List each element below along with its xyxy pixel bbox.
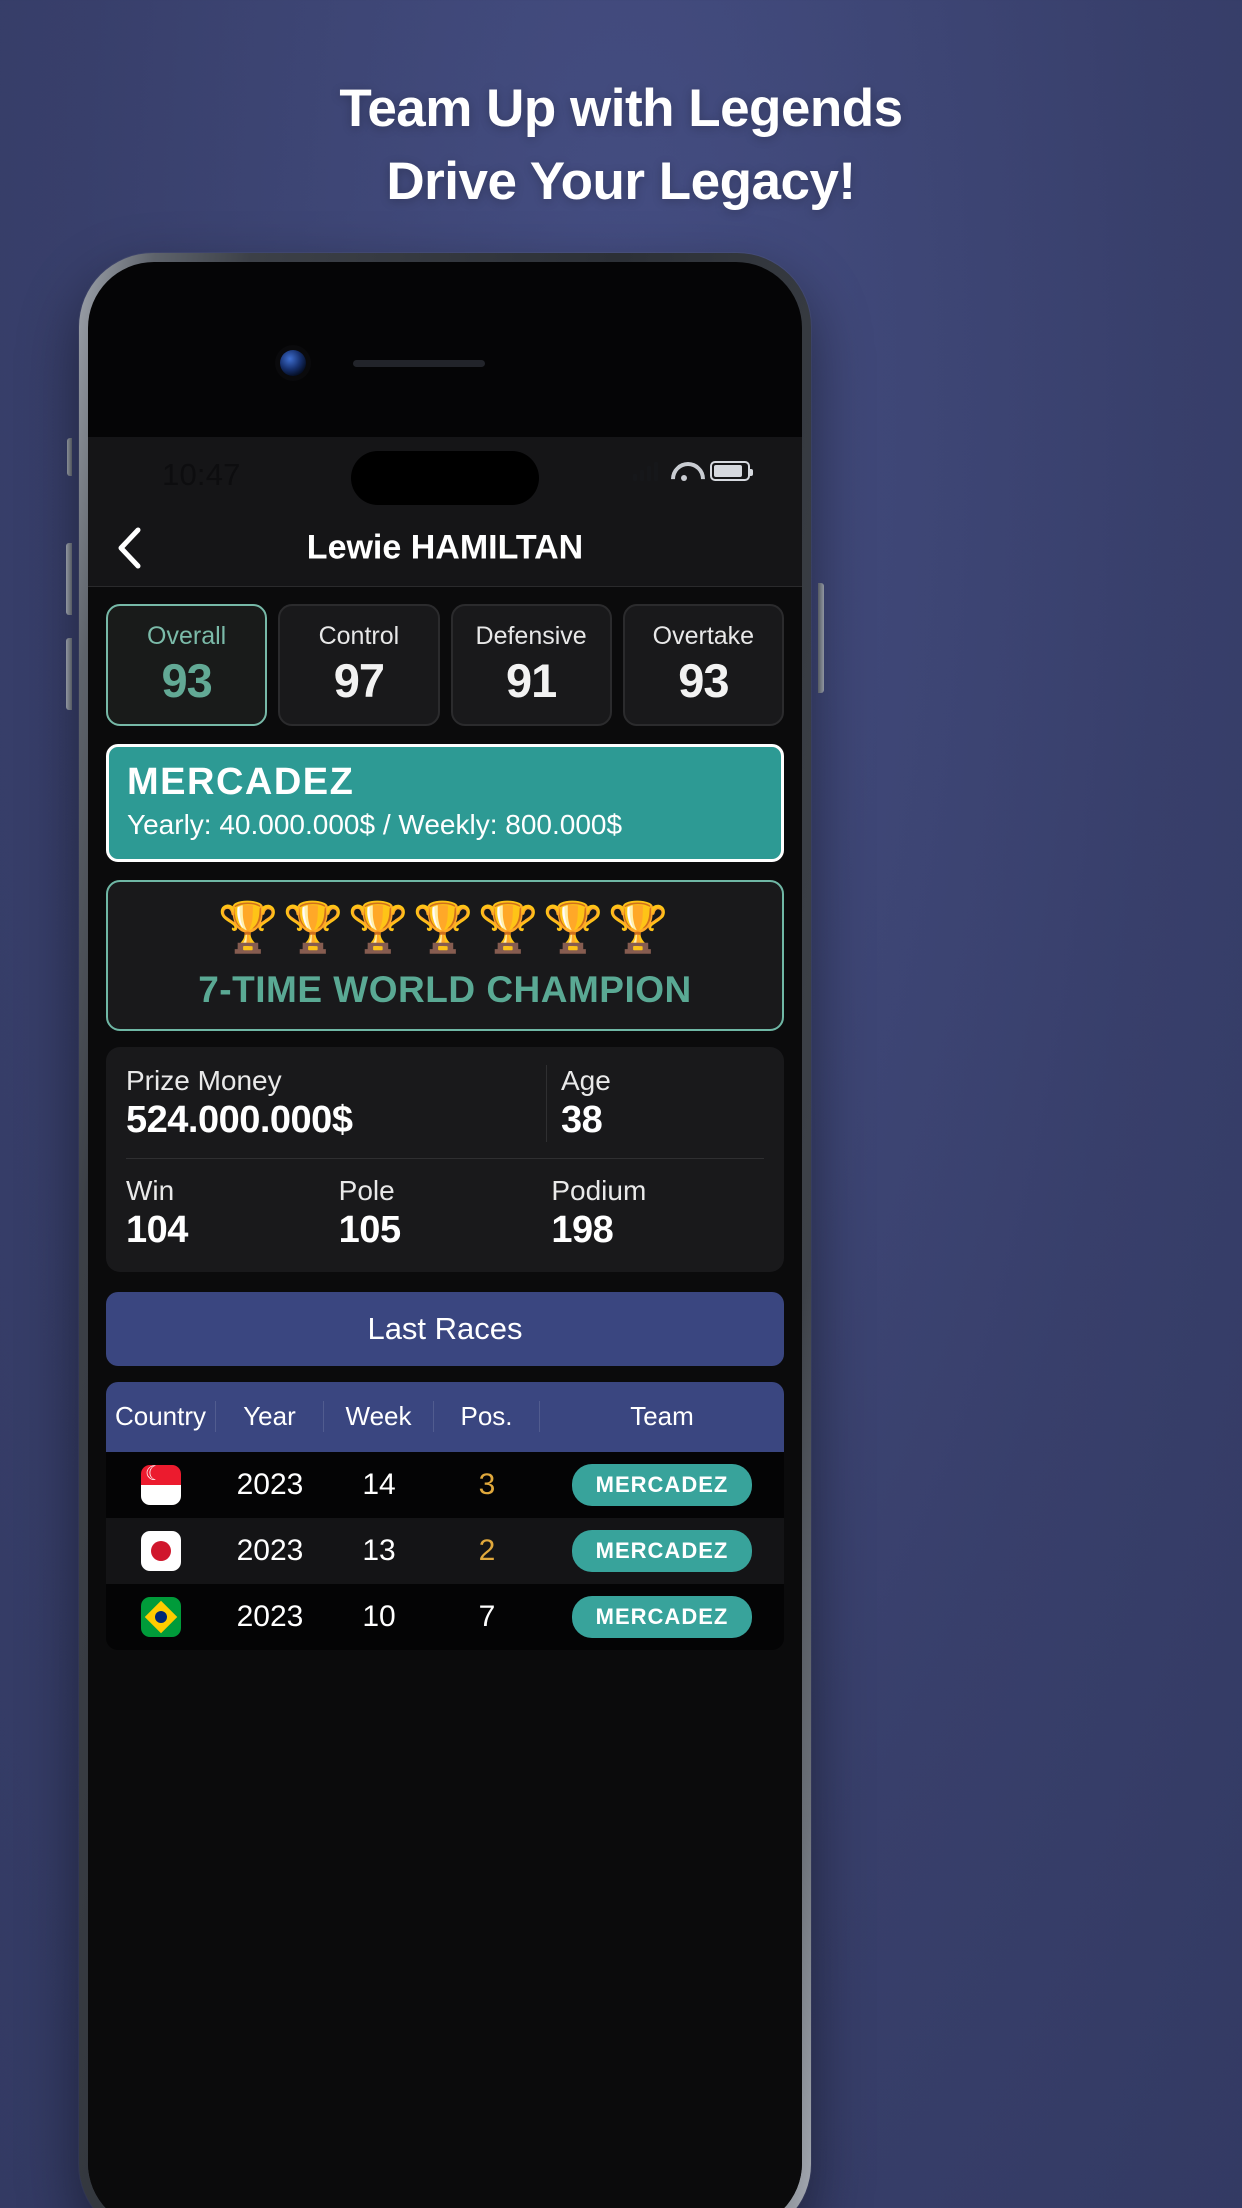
stat-box-control[interactable]: Control 97: [278, 604, 440, 726]
column-header-week: Week: [324, 1401, 434, 1433]
info-row-top: Prize Money 524.000.000$ Age 38: [126, 1064, 764, 1159]
career-info-card: Prize Money 524.000.000$ Age 38 Win 104: [106, 1046, 784, 1272]
info-label: Podium: [551, 1174, 647, 1206]
stat-value: 93: [678, 654, 729, 707]
race-week: 13: [362, 1533, 396, 1567]
table-row[interactable]: 2023 13 2 MERCADEZ: [106, 1517, 784, 1584]
promo-headline: Team Up with Legends Drive Your Legacy!: [0, 72, 1242, 218]
chevron-left-icon: [118, 527, 141, 568]
table-row[interactable]: 2023 10 7 MERCADEZ: [106, 1583, 784, 1650]
stat-box-defensive[interactable]: Defensive 91: [450, 604, 612, 726]
driver-stats-row: Overall 93 Control 97 Defensive 91 Overt…: [106, 604, 784, 726]
race-country: [106, 1530, 216, 1571]
back-button[interactable]: [106, 525, 152, 571]
stat-value: 97: [333, 654, 385, 707]
headline-line-1: Team Up with Legends: [339, 79, 903, 138]
volume-down-button[interactable]: [66, 638, 72, 710]
last-races-button[interactable]: Last Races: [106, 1291, 784, 1366]
trophy-icons: 🏆🏆🏆🏆🏆🏆🏆: [217, 900, 673, 955]
stat-box-overtake[interactable]: Overtake 93: [622, 604, 784, 726]
world-champion-card: 🏆🏆🏆🏆🏆🏆🏆 7-TIME WORLD CHAMPION: [106, 879, 784, 1031]
headline-line-2: Drive Your Legacy!: [386, 152, 856, 212]
silence-switch[interactable]: [67, 438, 72, 476]
team-name: MERCADEZ: [127, 761, 355, 803]
race-year: 2023: [236, 1533, 304, 1567]
signal-icon: [633, 461, 658, 481]
race-position: 7: [478, 1599, 496, 1633]
earpiece-speaker: [353, 360, 485, 367]
info-cell-win: Win 104: [126, 1175, 339, 1252]
status-bar: 10:47: [88, 437, 802, 509]
dynamic-island: [351, 451, 539, 505]
team-badge: MERCADEZ: [572, 1463, 752, 1506]
stat-label: Control: [318, 622, 400, 650]
team-badge: MERCADEZ: [572, 1595, 752, 1638]
stat-label: Overtake: [652, 622, 755, 650]
column-header-year: Year: [216, 1401, 324, 1433]
info-cell-pole: Pole 105: [339, 1175, 552, 1252]
team-salary: Yearly: 40.000.000$ / Weekly: 800.000$: [127, 808, 623, 840]
race-year: 2023: [236, 1599, 304, 1633]
brazil-flag-icon: [141, 1596, 181, 1637]
info-value: 198: [551, 1208, 614, 1251]
front-camera-icon: [280, 350, 306, 376]
race-team: MERCADEZ: [540, 1595, 784, 1638]
info-cell-age: Age 38: [561, 1065, 764, 1142]
stat-value: 91: [505, 654, 557, 707]
team-badge: MERCADEZ: [572, 1529, 752, 1572]
race-week: 14: [362, 1467, 396, 1501]
stat-value: 93: [161, 654, 212, 707]
race-country: [106, 1596, 216, 1637]
last-races-table: Country Year Week Pos. Team 2023 14 3: [106, 1381, 784, 1650]
info-value: 524.000.000$: [126, 1098, 353, 1141]
wifi-icon: [671, 461, 697, 481]
race-year: 2023: [236, 1467, 304, 1501]
phone-mockup: 10:47 Lewie HAMILTAN Overall 93 Control …: [66, 253, 824, 2208]
column-header-country: Country: [106, 1401, 216, 1433]
app-screen: 10:47 Lewie HAMILTAN Overall 93 Control …: [88, 437, 802, 2208]
race-week: 10: [362, 1599, 396, 1633]
info-label: Prize Money: [126, 1064, 282, 1096]
column-header-pos: Pos.: [434, 1401, 540, 1433]
battery-icon: [710, 461, 753, 481]
phone-screen-bezel: 10:47 Lewie HAMILTAN Overall 93 Control …: [88, 262, 802, 2208]
info-row-bottom: Win 104 Pole 105 Podium 198: [126, 1159, 764, 1252]
table-row[interactable]: 2023 14 3 MERCADEZ: [106, 1451, 784, 1518]
info-value: 105: [338, 1208, 401, 1251]
info-cell-prize-money: Prize Money 524.000.000$: [126, 1065, 532, 1142]
power-button[interactable]: [818, 583, 824, 693]
race-position: 2: [478, 1533, 496, 1567]
table-header-row: Country Year Week Pos. Team: [106, 1381, 784, 1452]
stat-label: Defensive: [475, 622, 587, 650]
info-label: Age: [561, 1064, 611, 1096]
race-position: 3: [478, 1467, 496, 1501]
race-team: MERCADEZ: [540, 1529, 784, 1572]
race-team: MERCADEZ: [540, 1463, 784, 1506]
stat-label: Overall: [147, 622, 227, 650]
page-title: Lewie HAMILTAN: [306, 528, 584, 566]
vertical-divider: [546, 1064, 547, 1142]
race-country: [106, 1464, 216, 1505]
info-label: Pole: [338, 1174, 395, 1206]
info-label: Win: [126, 1174, 175, 1206]
japan-flag-icon: [141, 1530, 181, 1571]
team-contract-banner[interactable]: MERCADEZ Yearly: 40.000.000$ / Weekly: 8…: [106, 744, 784, 862]
info-value: 38: [561, 1098, 603, 1141]
app-navbar: Lewie HAMILTAN: [88, 509, 802, 587]
champion-title: 7-TIME WORLD CHAMPION: [198, 968, 692, 1010]
column-header-team: Team: [630, 1401, 694, 1432]
status-bar-indicators: [633, 461, 753, 481]
info-value: 104: [126, 1208, 188, 1251]
stat-box-overall[interactable]: Overall 93: [106, 604, 268, 726]
singapore-flag-icon: [141, 1464, 181, 1505]
status-bar-time: 10:47: [162, 457, 241, 492]
scroll-content: Overall 93 Control 97 Defensive 91 Overt…: [88, 604, 802, 1650]
info-cell-podium: Podium 198: [551, 1175, 764, 1252]
last-races-label: Last Races: [367, 1310, 523, 1346]
volume-up-button[interactable]: [66, 543, 72, 615]
